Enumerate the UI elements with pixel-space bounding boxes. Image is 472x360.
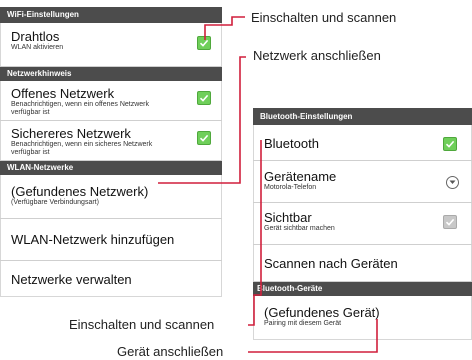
callout-line-netzwerk (158, 56, 246, 184)
callout-bottom-scan: Einschalten und scannen (69, 317, 215, 332)
callout-geraet: Gerät anschließen (117, 344, 224, 359)
callout-top-scan: Einschalten und scannen (251, 10, 397, 25)
callout-line-top-scan (204, 16, 245, 40)
callout-line-bottom-scan (248, 140, 262, 326)
callout-lines (158, 16, 378, 353)
callout-netzwerk: Netzwerk anschließen (253, 48, 381, 63)
callout-line-geraet (248, 319, 378, 353)
